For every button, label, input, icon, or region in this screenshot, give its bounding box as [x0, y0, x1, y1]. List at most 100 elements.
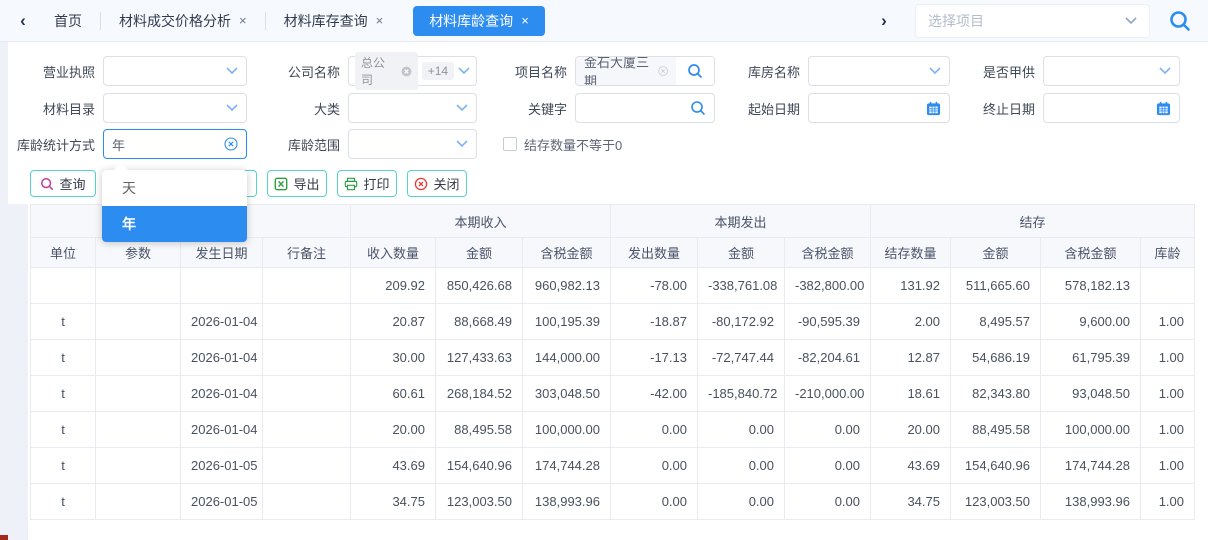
close-button[interactable]: 关闭 [407, 170, 467, 197]
column-header[interactable]: 行备注 [263, 238, 351, 268]
column-header[interactable]: 发出数量 [611, 238, 698, 268]
aging-method-label: 库龄统计方式 [0, 129, 95, 159]
table-cell: 88,495.58 [951, 412, 1041, 448]
business-license-select[interactable] [103, 56, 247, 86]
tab-home[interactable]: 首页 [36, 0, 100, 42]
table-row[interactable]: 209.92850,426.68960,982.13-78.00-338,761… [31, 268, 1195, 304]
nonzero-balance-label: 结存数量不等于0 [524, 135, 622, 154]
table-cell: 12.87 [871, 340, 951, 376]
table-cell: 0.00 [611, 484, 698, 520]
table-row[interactable]: t2026-01-0534.75123,003.50138,993.960.00… [31, 484, 1195, 520]
column-header[interactable]: 金额 [436, 238, 523, 268]
table-cell: -82,204.61 [785, 340, 871, 376]
table-cell: 1.00 [1141, 484, 1195, 520]
start-date-input[interactable] [808, 93, 950, 123]
chevron-down-icon [226, 67, 238, 75]
owner-supplied-label: 是否甲供 [935, 56, 1035, 86]
clear-icon[interactable] [224, 137, 238, 151]
column-header[interactable]: 单位 [31, 238, 96, 268]
tab-material-price-analysis[interactable]: 材料成交价格分析 × [101, 0, 265, 42]
project-select[interactable]: 选择项目 [915, 4, 1150, 38]
table-cell: 123,003.50 [436, 484, 523, 520]
company-name-select[interactable]: 总公司 +14 [348, 56, 477, 86]
aging-method-input[interactable]: 年 [103, 129, 247, 159]
column-header[interactable]: 含税金额 [785, 238, 871, 268]
tab-close-icon[interactable]: × [239, 13, 247, 28]
table-cell: 2026-01-04 [181, 376, 263, 412]
column-header[interactable]: 含税金额 [523, 238, 611, 268]
table-cell: -42.00 [611, 376, 698, 412]
table-cell: 1.00 [1141, 304, 1195, 340]
nonzero-balance-checkbox[interactable] [503, 137, 517, 151]
tab-material-aging-query[interactable]: 材料库龄查询 × [413, 6, 545, 36]
table-cell: -78.00 [611, 268, 698, 304]
dropdown-option-year[interactable]: 年 [102, 206, 247, 242]
chevron-down-icon [226, 104, 238, 112]
aging-range-select[interactable] [348, 129, 477, 159]
tab-bar: ‹ 首页 材料成交价格分析 × 材料库存查询 × 材料库龄查询 × › 选择项目 [0, 0, 1208, 42]
company-name-label: 公司名称 [240, 56, 340, 86]
table-cell: 127,433.63 [436, 340, 523, 376]
column-header[interactable]: 结存数量 [871, 238, 951, 268]
table-cell: 1.00 [1141, 376, 1195, 412]
table-cell: 9,600.00 [1041, 304, 1141, 340]
column-header[interactable]: 含税金额 [1041, 238, 1141, 268]
tab-material-stock-query[interactable]: 材料库存查询 × [266, 0, 402, 42]
table-cell: 850,426.68 [436, 268, 523, 304]
table-cell: 43.69 [871, 448, 951, 484]
query-search-icon [40, 177, 54, 191]
column-header[interactable]: 金额 [951, 238, 1041, 268]
tab-close-icon[interactable]: × [521, 13, 529, 28]
tab-label: 材料库存查询 [284, 11, 368, 31]
table-cell [263, 376, 351, 412]
table-cell: -80,172.92 [698, 304, 785, 340]
table-cell: 0.00 [611, 448, 698, 484]
tag-remove-icon[interactable] [401, 66, 412, 77]
table-cell [96, 268, 181, 304]
column-header[interactable]: 金额 [698, 238, 785, 268]
aging-data-table: 本期收入本期发出结存单位参数发生日期行备注收入数量金额含税金额发出数量金额含税金… [30, 204, 1195, 520]
table-cell: 93,048.50 [1041, 376, 1141, 412]
table-row[interactable]: t2026-01-0430.00127,433.63144,000.00-17.… [31, 340, 1195, 376]
column-header[interactable]: 库龄 [1141, 238, 1195, 268]
project-name-field[interactable]: 金石大厦三期 [575, 56, 715, 86]
global-search-icon[interactable] [1168, 9, 1192, 33]
table-cell: -382,800.00 [785, 268, 871, 304]
table-cell: 2026-01-04 [181, 412, 263, 448]
column-header[interactable]: 发生日期 [181, 238, 263, 268]
table-row[interactable]: t2026-01-0460.61268,184.52303,048.50-42.… [31, 376, 1195, 412]
business-license-label: 营业执照 [0, 56, 95, 86]
material-catalog-select[interactable] [103, 93, 247, 123]
tabs-scroll-left-icon[interactable]: ‹ [10, 11, 36, 31]
table-cell: t [31, 376, 96, 412]
table-row[interactable]: t2026-01-0420.8788,668.49100,195.39-18.8… [31, 304, 1195, 340]
table-cell: 960,982.13 [523, 268, 611, 304]
dropdown-option-day[interactable]: 天 [102, 170, 247, 206]
table-cell: -18.87 [611, 304, 698, 340]
table-row[interactable]: t2026-01-0420.0088,495.58100,000.000.000… [31, 412, 1195, 448]
owner-supplied-select[interactable] [1043, 56, 1180, 86]
tab-close-icon[interactable]: × [376, 13, 384, 28]
table-cell: 0.00 [611, 412, 698, 448]
tabs-scroll-right-icon[interactable]: › [871, 11, 897, 31]
chevron-down-icon [456, 140, 468, 148]
end-date-input[interactable] [1043, 93, 1180, 123]
table-row[interactable]: t2026-01-0543.69154,640.96174,744.280.00… [31, 448, 1195, 484]
table-cell: t [31, 304, 96, 340]
printer-icon [344, 177, 358, 191]
major-category-select[interactable] [348, 93, 477, 123]
column-header[interactable]: 收入数量 [351, 238, 436, 268]
warehouse-name-select[interactable] [808, 56, 950, 86]
table-cell: 43.69 [351, 448, 436, 484]
chevron-down-icon [456, 104, 468, 112]
tab-label: 材料成交价格分析 [119, 11, 231, 31]
export-button[interactable]: 导出 [267, 170, 327, 197]
print-button[interactable]: 打印 [337, 170, 397, 197]
table-cell [263, 448, 351, 484]
clear-icon[interactable] [658, 65, 668, 77]
table-cell: 34.75 [351, 484, 436, 520]
table-cell: 209.92 [351, 268, 436, 304]
keyword-input[interactable] [575, 93, 715, 123]
query-button[interactable]: 查询 [30, 170, 96, 197]
column-header[interactable]: 参数 [96, 238, 181, 268]
